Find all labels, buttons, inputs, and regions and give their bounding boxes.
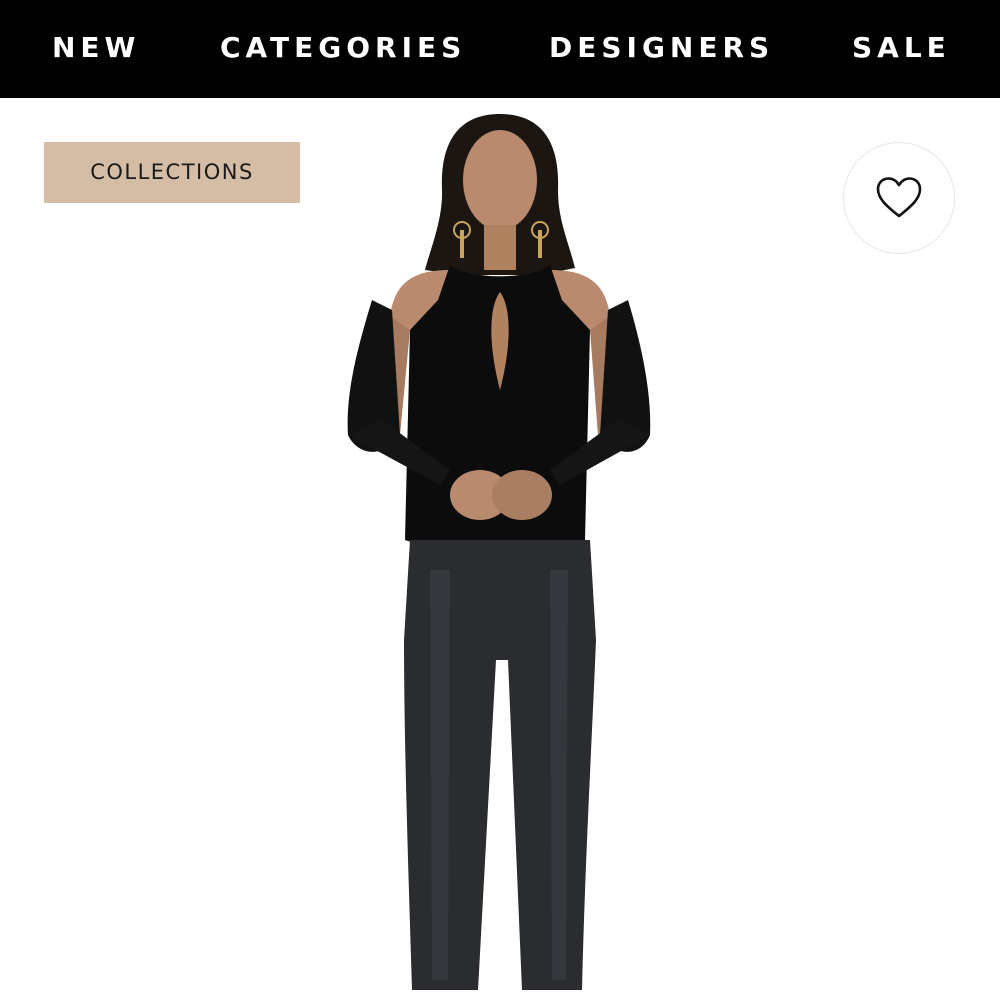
heart-outline-icon <box>876 177 922 218</box>
product-image[interactable] <box>300 100 700 1000</box>
favorite-button[interactable] <box>843 142 955 254</box>
nav-item-categories[interactable]: CATEGORIES <box>220 28 466 68</box>
collections-tag[interactable]: COLLECTIONS <box>44 142 300 203</box>
top-navigation: NEW CATEGORIES DESIGNERS SALE <box>0 0 1000 98</box>
nav-item-designers[interactable]: DESIGNERS <box>549 28 774 68</box>
product-page: NEW CATEGORIES DESIGNERS SALE COLLECTION… <box>0 0 1000 1000</box>
model-face <box>463 130 537 230</box>
nav-item-sale[interactable]: SALE <box>852 28 951 68</box>
nav-item-new[interactable]: NEW <box>52 28 140 68</box>
